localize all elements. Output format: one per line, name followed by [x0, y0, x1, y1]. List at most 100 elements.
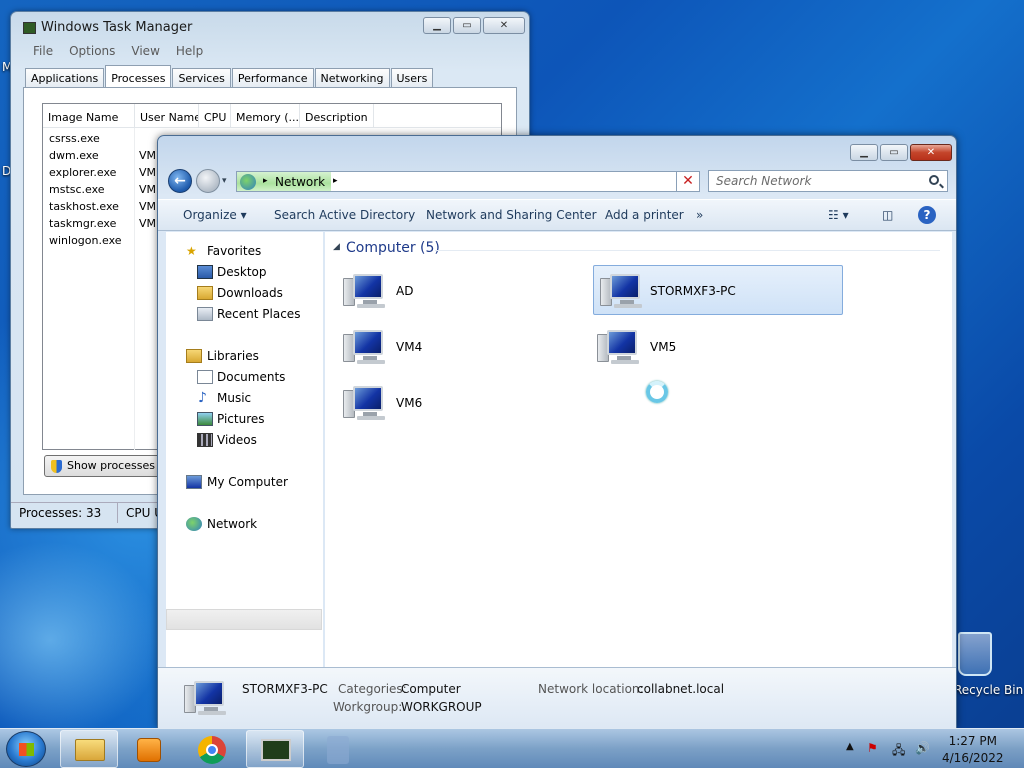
recent-pages-dropdown-icon[interactable]: ▾: [222, 176, 227, 186]
network-globe-icon: [240, 174, 256, 190]
task-manager-icon: [261, 739, 291, 761]
nav-pictures[interactable]: Pictures: [217, 412, 265, 426]
menu-file[interactable]: File: [25, 44, 61, 58]
details-network-location-label: Network location:: [538, 682, 644, 696]
taskbar-media-player-button[interactable]: [120, 730, 178, 768]
back-button[interactable]: ←: [168, 169, 192, 193]
maximize-button[interactable]: ▭: [453, 17, 481, 34]
computer-icon: [343, 384, 389, 422]
details-workgroup-value: WORKGROUP: [401, 700, 482, 714]
tab-processes[interactable]: Processes: [105, 65, 172, 88]
tab-performance[interactable]: Performance: [231, 68, 314, 88]
chevron-right-icon[interactable]: ▸: [333, 176, 338, 186]
collapse-group-icon[interactable]: ◢: [333, 242, 340, 252]
breadcrumb-network[interactable]: Network: [275, 175, 325, 189]
nav-documents[interactable]: Documents: [217, 370, 285, 384]
clock-date: 4/16/2022: [942, 751, 1004, 765]
maximize-button[interactable]: ▭: [880, 144, 908, 161]
tab-services[interactable]: Services: [172, 68, 231, 88]
star-icon: ★: [186, 244, 197, 258]
taskbar-task-manager-button[interactable]: [246, 730, 304, 768]
network-tray-icon[interactable]: 🖧: [892, 741, 905, 762]
forward-button[interactable]: [196, 169, 220, 193]
column-cpu[interactable]: CPU: [199, 104, 231, 128]
column-memory[interactable]: Memory (...: [231, 104, 300, 128]
nav-music[interactable]: Music: [217, 391, 251, 405]
nav-my-computer[interactable]: My Computer: [207, 475, 288, 489]
nav-downloads[interactable]: Downloads: [217, 286, 283, 300]
recycle-bin-label: Recycle Bin: [954, 683, 1024, 697]
network-and-sharing-center-button[interactable]: Network and Sharing Center: [426, 208, 597, 222]
help-icon[interactable]: ?: [918, 206, 936, 224]
music-note-icon: ♪: [198, 390, 207, 406]
file-view[interactable]: ◢ Computer (5) AD STORMXF3-PC VM4 VM5 VM…: [325, 232, 952, 667]
column-description[interactable]: Description: [300, 104, 374, 128]
column-image-name[interactable]: Image Name: [43, 104, 135, 128]
nav-desktop[interactable]: Desktop: [217, 265, 267, 279]
preview-pane-icon[interactable]: ◫: [882, 208, 893, 222]
tab-users[interactable]: Users: [390, 68, 434, 88]
task-manager-app-icon: [23, 22, 36, 34]
details-name: STORMXF3-PC: [242, 682, 328, 696]
media-player-icon: [137, 738, 161, 762]
add-a-printer-button[interactable]: Add a printer: [605, 208, 684, 222]
computer-icon: [600, 272, 646, 310]
computer-icon: [597, 328, 643, 366]
computer-item-ad[interactable]: AD: [337, 266, 587, 316]
details-categories-value: Computer: [401, 682, 461, 696]
stop-loading-icon[interactable]: ✕: [676, 171, 700, 192]
close-button[interactable]: ✕: [910, 144, 952, 161]
close-button[interactable]: ✕: [483, 17, 525, 34]
details-pane: STORMXF3-PC Categories: Computer Workgro…: [158, 667, 956, 728]
clock[interactable]: 1:27 PM 4/16/2022: [942, 733, 1004, 767]
address-bar[interactable]: ▸ Network ▸ ▼: [236, 171, 700, 192]
status-processes: Processes: 33: [11, 503, 118, 523]
libraries-icon: [186, 349, 202, 363]
details-network-location-value: collabnet.local: [637, 682, 725, 696]
computer-icon: [343, 272, 389, 310]
menu-help[interactable]: Help: [168, 44, 211, 58]
nav-recent-places[interactable]: Recent Places: [217, 307, 300, 321]
start-button[interactable]: [6, 731, 46, 767]
recent-places-icon: [197, 307, 213, 321]
clock-time: 1:27 PM: [948, 734, 997, 748]
taskbar-explorer-button[interactable]: [60, 730, 118, 768]
search-active-directory-button[interactable]: Search Active Directory: [274, 208, 415, 222]
tab-applications[interactable]: Applications: [25, 68, 105, 88]
menu-bar: File Options View Help: [25, 44, 211, 58]
menu-options[interactable]: Options: [61, 44, 123, 58]
show-hidden-icons-icon[interactable]: ▲: [846, 741, 854, 752]
search-icon[interactable]: [929, 175, 939, 185]
volume-icon[interactable]: 🔊: [915, 741, 930, 755]
nav-network[interactable]: Network: [207, 517, 257, 531]
computer-item-vm4[interactable]: VM4: [337, 322, 587, 372]
more-commands-icon[interactable]: »: [696, 208, 703, 222]
group-header[interactable]: Computer (5): [346, 240, 440, 256]
minimize-button[interactable]: ▁: [423, 17, 451, 34]
menu-view[interactable]: View: [123, 44, 167, 58]
chevron-right-icon[interactable]: ▸: [263, 176, 268, 186]
show-all-processes-button[interactable]: Show processes fro: [44, 455, 174, 477]
taskbar-chrome-button[interactable]: [183, 730, 241, 768]
minimize-button[interactable]: ▁: [850, 144, 878, 161]
nav-favorites[interactable]: Favorites: [207, 244, 261, 258]
nav-videos[interactable]: Videos: [217, 433, 257, 447]
computer-item-vm5[interactable]: VM5: [591, 322, 841, 372]
taskbar: ▲ ⚑ 🖧 🔊 1:27 PM 4/16/2022: [0, 728, 1024, 768]
action-center-flag-icon[interactable]: ⚑: [867, 741, 878, 755]
downloads-folder-icon: [197, 286, 213, 300]
search-input[interactable]: Search Network: [708, 170, 948, 192]
taskbar-pinned-app-button[interactable]: [309, 730, 367, 768]
network-explorer-window[interactable]: ▁ ▭ ✕ ← ▾ ▸ Network ▸ ▼ ✕ Search Network…: [157, 135, 957, 728]
change-view-icon[interactable]: ☷ ▾: [828, 208, 849, 222]
computer-item-vm6[interactable]: VM6: [337, 378, 587, 428]
recycle-bin-desktop-icon[interactable]: Recycle Bin: [950, 628, 1024, 698]
organize-button[interactable]: Organize ▾: [183, 208, 247, 222]
computer-item-stormxf3-pc[interactable]: STORMXF3-PC: [593, 265, 843, 315]
navigation-pane: ★ Favorites Desktop Downloads Recent Pla…: [166, 232, 323, 667]
recycle-bin-icon: [958, 632, 992, 676]
videos-icon: [197, 433, 213, 447]
tab-networking[interactable]: Networking: [314, 68, 390, 88]
nav-libraries[interactable]: Libraries: [207, 349, 259, 363]
column-user-name[interactable]: User Name: [135, 104, 199, 128]
